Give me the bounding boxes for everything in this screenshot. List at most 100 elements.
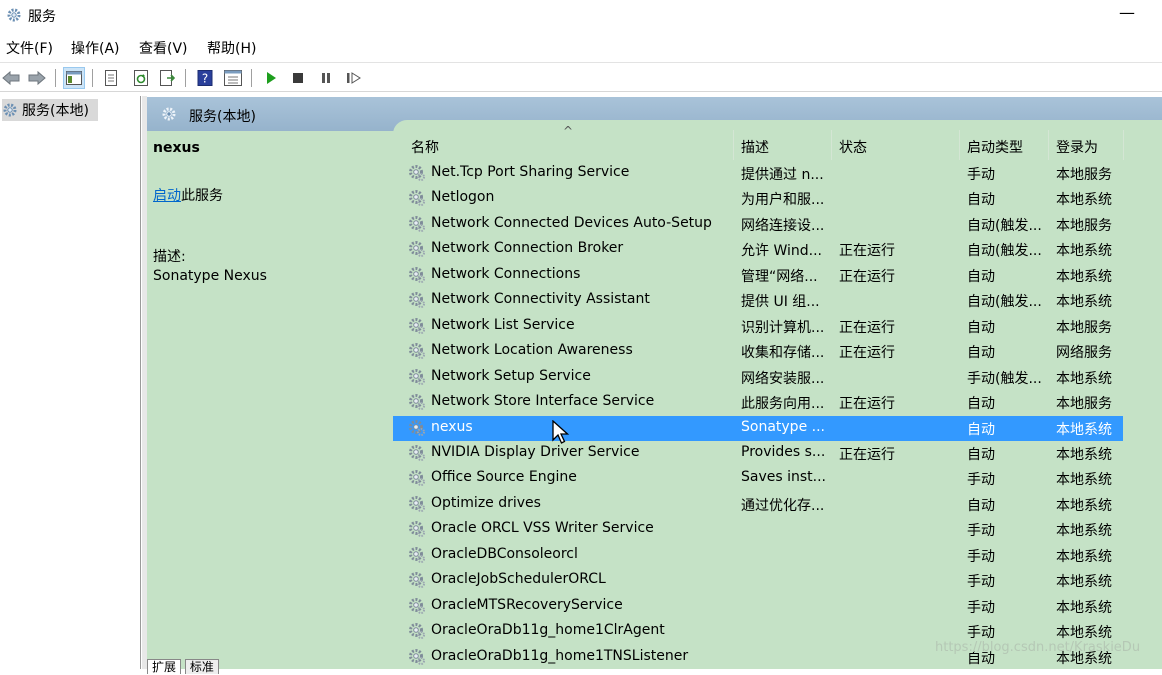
tab-extended[interactable]: 扩展	[147, 659, 182, 674]
service-row[interactable]: Network Connection Broker 允许 Wind... 正在运行 自…	[393, 237, 1162, 262]
service-logon-cell: 本地系统	[1056, 370, 1112, 387]
service-row[interactable]: OracleDBConsoleorcl 手动 本地系统	[393, 543, 1162, 568]
service-startup-type-cell: 手动	[967, 599, 995, 616]
service-startup-type-cell: 自动	[967, 421, 995, 438]
service-startup-type-cell: 手动	[967, 167, 995, 183]
column-header-status[interactable]: 状态	[839, 137, 867, 157]
service-gear-icon	[409, 597, 425, 614]
service-gear-icon	[409, 343, 425, 360]
services-gear-icon	[3, 103, 17, 117]
service-startup-type-cell: 自动	[967, 396, 995, 413]
tree-node-label: 服务(本地)	[22, 103, 89, 119]
watermark: https://blog.csdn.net/KraskieDu	[935, 640, 1141, 655]
service-gear-icon	[409, 419, 425, 436]
services-gear-icon	[162, 107, 176, 121]
column-header-startup-type[interactable]: 启动类型	[967, 137, 1023, 157]
service-row[interactable]: Net.Tcp Port Sharing Service 提供通过 n... 手动 本…	[393, 161, 1162, 186]
start-service-icon[interactable]	[260, 67, 282, 89]
menu-file[interactable]: 文件(F)	[6, 38, 53, 58]
service-name-cell: OracleJobSchedulerORCL	[431, 571, 606, 588]
service-row[interactable]: Network Connected Devices Auto-Setup 网络连接…	[393, 212, 1162, 237]
service-status-cell: 正在运行	[839, 268, 895, 285]
service-row[interactable]: Optimize drives 通过优化存... 自动 本地系统	[393, 492, 1162, 517]
stop-service-icon[interactable]	[287, 67, 309, 89]
column-header-name[interactable]: 名称	[411, 137, 439, 157]
tree-node-services-local[interactable]: 服务(本地)	[2, 99, 98, 121]
service-row[interactable]: NVIDIA Display Driver Service Provides s.…	[393, 441, 1162, 466]
service-name-cell: Network Connection Broker	[431, 240, 624, 257]
view-icon[interactable]	[222, 67, 244, 89]
service-description-cell: 此服务向用...	[741, 396, 825, 413]
service-logon-cell: 本地服务	[1056, 396, 1112, 413]
service-description-cell: Provides s...	[741, 443, 826, 460]
column-header-description[interactable]: 描述	[741, 137, 769, 157]
service-row[interactable]: OracleMTSRecoveryService 手动 本地系统	[393, 594, 1162, 619]
service-row[interactable]: Network Store Interface Service 此服务向用... 正…	[393, 390, 1162, 415]
service-startup-type-cell: 手动	[967, 574, 995, 591]
service-startup-type-cell: 自动	[967, 497, 995, 514]
service-logon-cell: 本地系统	[1056, 497, 1112, 514]
service-logon-cell: 本地系统	[1056, 548, 1112, 565]
service-name-cell: OracleOraDb11g_home1TNSListener	[431, 647, 689, 664]
service-name-cell: Network Store Interface Service	[431, 393, 655, 410]
start-service-link[interactable]: 启动	[153, 188, 181, 204]
service-startup-type-cell: 自动	[967, 345, 995, 362]
help-icon[interactable]: ?	[194, 67, 216, 89]
service-name-cell: Network Setup Service	[431, 367, 591, 384]
export-list-icon[interactable]	[156, 67, 178, 89]
service-status-cell: 正在运行	[839, 345, 895, 362]
pause-service-icon[interactable]	[315, 67, 337, 89]
refresh-icon[interactable]	[130, 67, 152, 89]
restart-service-icon[interactable]	[343, 67, 365, 89]
menu-help[interactable]: 帮助(H)	[207, 38, 256, 58]
forward-arrow-icon[interactable]	[26, 67, 48, 89]
description-text: Sonatype Nexus	[153, 268, 267, 284]
service-name-cell: Network Connections	[431, 265, 581, 282]
minimize-button[interactable]: —	[1112, 2, 1142, 28]
tab-standard[interactable]: 标准	[184, 659, 219, 674]
column-header-log-on-as[interactable]: 登录为	[1056, 137, 1098, 157]
service-name-cell: Oracle ORCL VSS Writer Service	[431, 520, 654, 537]
show-hide-console-tree-icon[interactable]	[63, 67, 85, 89]
service-row[interactable]: Network List Service 识别计算机... 正在运行 自动 本地服务	[393, 314, 1162, 339]
service-startup-type-cell: 手动(触发...	[967, 370, 1042, 387]
bottom-tabs: 扩展 标准	[147, 658, 219, 675]
service-logon-cell: 本地系统	[1056, 446, 1112, 463]
service-name-cell: nexus	[431, 418, 473, 435]
service-row[interactable]: Oracle ORCL VSS Writer Service 手动 本地系统	[393, 517, 1162, 542]
service-logon-cell: 本地系统	[1056, 243, 1112, 260]
service-row[interactable]: Network Setup Service 网络安装服... 手动(触发... 本地系…	[393, 365, 1162, 390]
service-gear-icon	[409, 317, 425, 334]
service-name-cell: Office Source Engine	[431, 469, 577, 486]
service-gear-icon	[409, 546, 425, 563]
properties-icon[interactable]	[100, 67, 122, 89]
service-row[interactable]: Network Location Awareness 收集和存储... 正在运行 自动…	[393, 339, 1162, 364]
title-bar: 服务 —	[0, 0, 1162, 32]
service-gear-icon	[409, 495, 425, 512]
service-name-cell: Net.Tcp Port Sharing Service	[431, 164, 630, 180]
window-title: 服务	[28, 9, 56, 25]
service-gear-icon	[409, 648, 425, 665]
menu-view[interactable]: 查看(V)	[139, 38, 188, 58]
service-row[interactable]: Network Connectivity Assistant 提供 UI 组...…	[393, 288, 1162, 313]
service-row[interactable]: Network Connections 管理“网络... 正在运行 自动 本地系统	[393, 263, 1162, 288]
service-gear-icon	[409, 215, 425, 232]
service-name-cell: Network List Service	[431, 316, 575, 333]
service-row[interactable]: Office Source Engine Saves inst... 手动 本地系统	[393, 466, 1162, 491]
service-gear-icon	[409, 572, 425, 589]
service-gear-icon	[409, 368, 425, 385]
service-status-cell: 正在运行	[839, 319, 895, 336]
service-name-cell: Netlogon	[431, 189, 495, 206]
menu-action[interactable]: 操作(A)	[71, 38, 120, 58]
service-row[interactable]: Netlogon 为用户和服... 自动 本地系统	[393, 186, 1162, 211]
service-gear-icon	[409, 521, 425, 538]
service-description-cell: 收集和存储...	[741, 345, 825, 362]
content-header-label: 服务(本地)	[189, 109, 256, 125]
description-label: 描述:	[153, 249, 186, 265]
service-gear-icon	[409, 165, 425, 181]
service-logon-cell: 本地服务	[1056, 319, 1112, 336]
service-row[interactable]: OracleJobSchedulerORCL 手动 本地系统	[393, 568, 1162, 593]
service-row[interactable]: nexus Sonatype ... 自动 本地系统	[393, 415, 1123, 441]
service-startup-type-cell: 自动	[967, 268, 995, 285]
back-arrow-icon[interactable]	[0, 67, 22, 89]
